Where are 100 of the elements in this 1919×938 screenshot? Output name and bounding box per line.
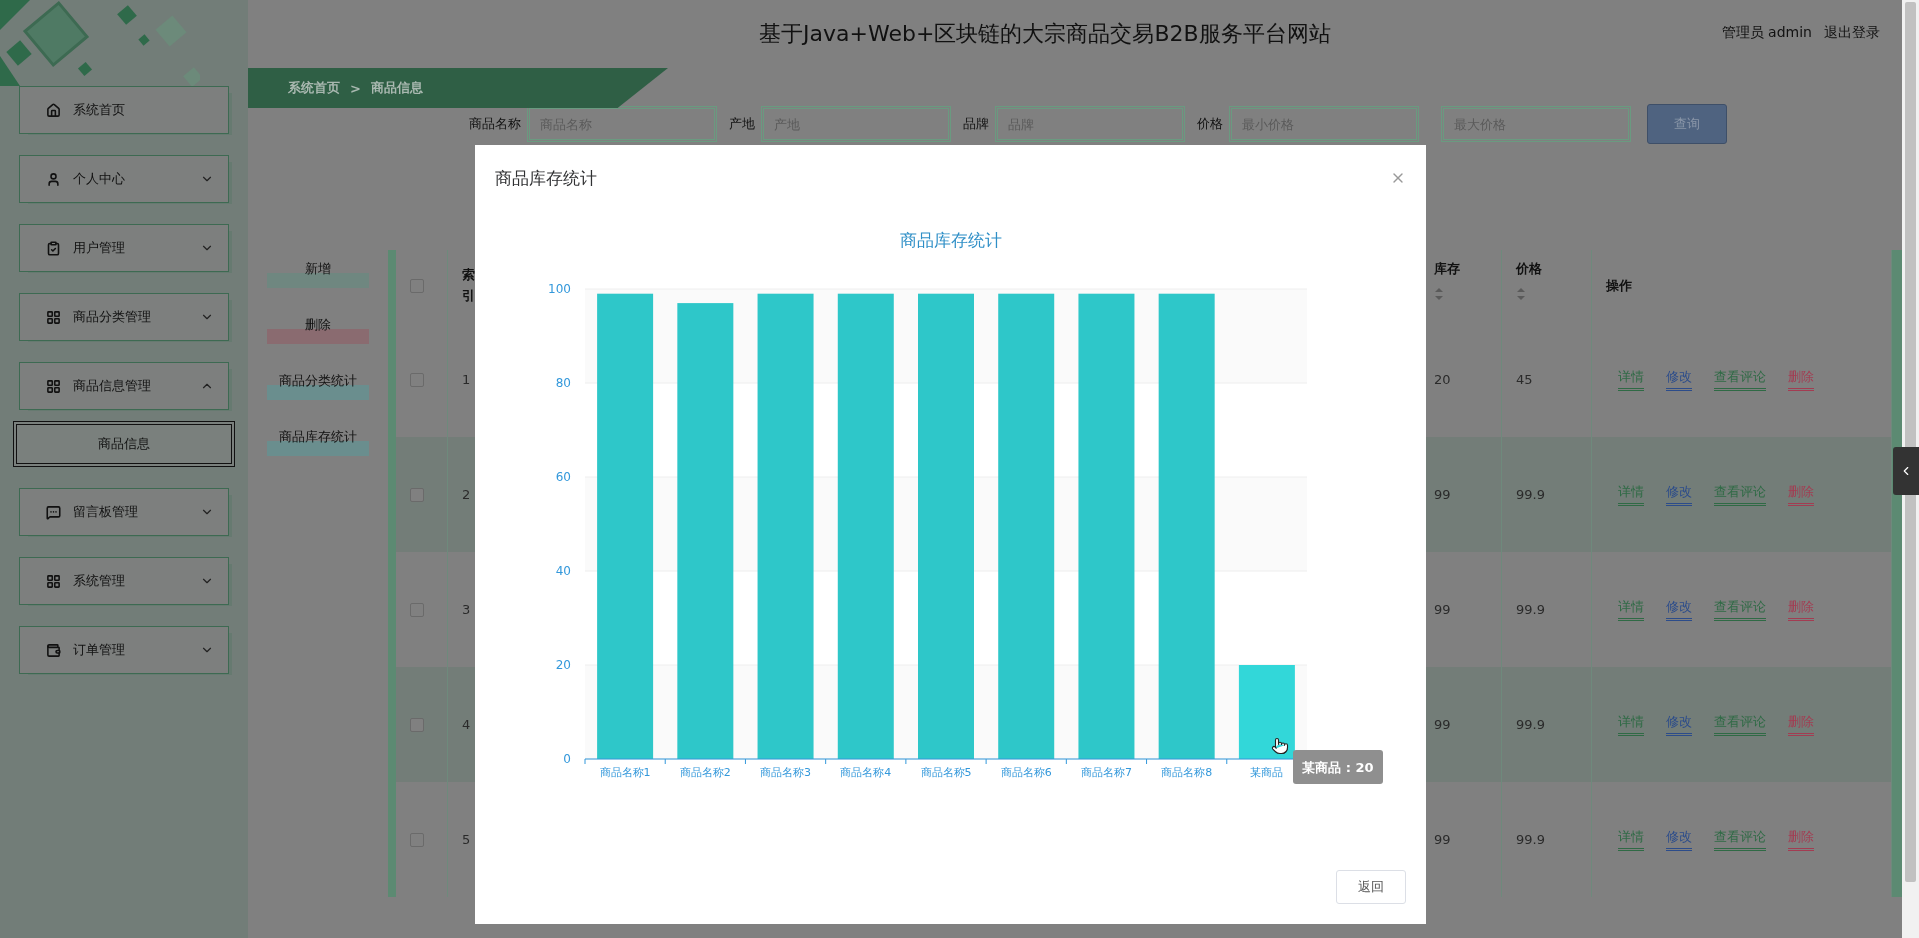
- row-action-link[interactable]: 删除: [1788, 828, 1814, 851]
- column-header: 价格: [1516, 260, 1542, 278]
- row-action-link[interactable]: 删除: [1788, 483, 1814, 506]
- row-action-link[interactable]: 查看评论: [1714, 368, 1766, 391]
- row-action-link[interactable]: 查看评论: [1714, 598, 1766, 621]
- sort-icon[interactable]: [1516, 288, 1526, 300]
- table-cell: 99: [1434, 602, 1451, 617]
- row-action-link[interactable]: 详情: [1618, 483, 1644, 506]
- axis-tick-label: 40: [555, 564, 571, 578]
- row-action-link[interactable]: 修改: [1666, 483, 1692, 506]
- bar[interactable]: [677, 303, 734, 759]
- axis-category-label: 某商品: [1250, 766, 1284, 779]
- dialog-title: 商品库存统计: [495, 166, 597, 190]
- row-action-link[interactable]: 修改: [1666, 598, 1692, 621]
- sidebar-item-label: 商品分类管理: [73, 308, 152, 326]
- bar[interactable]: [1238, 665, 1295, 759]
- axis-tick-label: 100: [548, 282, 571, 296]
- sidebar-item[interactable]: 商品信息管理: [19, 362, 229, 410]
- sidebar-item-label: 留言板管理: [73, 503, 139, 521]
- row-action-link[interactable]: 修改: [1666, 828, 1692, 851]
- sidebar-item-label: 个人中心: [73, 170, 126, 188]
- breadcrumb-item[interactable]: 系统首页: [288, 79, 340, 97]
- row-action-link[interactable]: 查看评论: [1714, 828, 1766, 851]
- table-cell: 3: [462, 602, 471, 617]
- table-cell: 45: [1516, 372, 1533, 387]
- sidebar-item-label: 系统管理: [73, 572, 126, 590]
- axis-tick-label: 0: [563, 752, 571, 766]
- row-action-link[interactable]: 删除: [1788, 598, 1814, 621]
- table-cell: 99: [1434, 832, 1451, 847]
- sidebar-item[interactable]: 个人中心: [19, 155, 229, 203]
- scrollbar[interactable]: [1902, 0, 1919, 938]
- search-label: 产地: [729, 115, 755, 133]
- sidebar-subitem[interactable]: 商品信息: [13, 421, 235, 467]
- table-cell: 99.9: [1516, 487, 1545, 502]
- axis-category-label: 商品名称2: [679, 766, 731, 779]
- axis-category-label: 商品名称7: [1080, 766, 1132, 779]
- chart-title: 商品库存统计: [898, 228, 1003, 252]
- table-cell: 20: [1434, 372, 1451, 387]
- tooltip-text: 某商品 : 20: [1302, 760, 1374, 775]
- table-cell: 2: [462, 487, 471, 502]
- column-header: 操作: [1606, 277, 1632, 295]
- bar[interactable]: [1158, 293, 1215, 759]
- row-action-link[interactable]: 详情: [1618, 713, 1644, 736]
- bar[interactable]: [918, 293, 974, 759]
- column-header: 库存: [1434, 260, 1460, 278]
- row-action-link[interactable]: 查看评论: [1714, 713, 1766, 736]
- user-name: 管理员 admin: [1721, 24, 1812, 42]
- axis-category-label: 商品名称3: [760, 766, 812, 779]
- sidebar-item[interactable]: 用户管理: [19, 224, 229, 272]
- bar[interactable]: [837, 293, 894, 759]
- axis-category-label: 商品名称4: [840, 766, 892, 779]
- column-header: 索引: [462, 266, 475, 305]
- user-icon: [46, 171, 61, 187]
- row-action-link[interactable]: 删除: [1788, 368, 1814, 391]
- side-toggle-button[interactable]: [1893, 447, 1919, 495]
- row-action-link[interactable]: 修改: [1666, 368, 1692, 391]
- bar[interactable]: [998, 293, 1055, 759]
- sidebar-item-label: 用户管理: [73, 239, 126, 257]
- row-action-link[interactable]: 查看评论: [1714, 483, 1766, 506]
- site-title: 基于Java+Web+区块链的大宗商品交易B2B服务平台网站: [758, 20, 1332, 48]
- sidebar-item[interactable]: 系统管理: [19, 557, 229, 605]
- pointer-icon: [1271, 737, 1289, 755]
- wallet-icon: [46, 642, 61, 658]
- breadcrumb-item[interactable]: 商品信息: [370, 79, 423, 97]
- axis-tick-label: 80: [555, 376, 571, 390]
- sidebar-item[interactable]: 系统首页: [19, 86, 229, 134]
- logout-link[interactable]: 退出登录: [1824, 24, 1880, 42]
- row-action-link[interactable]: 修改: [1666, 713, 1692, 736]
- row-action-link[interactable]: 详情: [1618, 368, 1644, 391]
- bar[interactable]: [1078, 293, 1135, 759]
- sidebar-item-label: 订单管理: [73, 641, 126, 659]
- table-cell: 1: [462, 372, 471, 387]
- sidebar-item[interactable]: 商品分类管理: [19, 293, 229, 341]
- query-button[interactable]: 查询: [1647, 104, 1727, 144]
- table-cell: 99.9: [1516, 832, 1545, 847]
- row-action-link[interactable]: 详情: [1618, 598, 1644, 621]
- axis-tick-label: 20: [555, 658, 571, 672]
- search-label: 商品名称: [469, 115, 521, 133]
- row-action-link[interactable]: 详情: [1618, 828, 1644, 851]
- back-button[interactable]: 返回: [1336, 870, 1406, 904]
- table-cell: 99.9: [1516, 717, 1545, 732]
- sidebar-item-label: 系统首页: [73, 101, 126, 119]
- clipboard-check-icon: [46, 240, 61, 256]
- sidebar-item[interactable]: 订单管理: [19, 626, 229, 674]
- bar[interactable]: [757, 293, 814, 759]
- bar[interactable]: [597, 293, 654, 759]
- sidebar-item[interactable]: 留言板管理: [19, 488, 229, 536]
- row-action-link[interactable]: 删除: [1788, 713, 1814, 736]
- axis-tick-label: 60: [555, 470, 571, 484]
- table-cell: 99: [1434, 487, 1451, 502]
- grid-icon: [46, 573, 61, 589]
- table-cell: 99: [1434, 717, 1451, 732]
- search-label: 品牌: [963, 115, 989, 133]
- grid-icon: [46, 378, 61, 394]
- breadcrumb-item: >: [350, 80, 361, 96]
- axis-category-label: 商品名称1: [599, 766, 651, 779]
- home-icon: [46, 102, 61, 118]
- sidebar-item-label: 商品信息管理: [73, 377, 152, 395]
- sort-icon[interactable]: [1434, 288, 1444, 300]
- grid-icon: [46, 309, 61, 325]
